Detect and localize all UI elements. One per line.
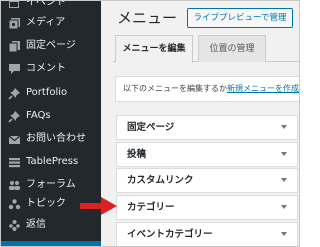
- pin-icon: [7, 86, 21, 100]
- accordion-pages[interactable]: 固定ページ: [116, 115, 298, 140]
- sidebar-item-label: トピック: [26, 198, 66, 209]
- pin-icon: [7, 109, 21, 123]
- sidebar-item-replies[interactable]: 返信: [0, 215, 101, 235]
- comment-icon: [7, 62, 21, 76]
- sidebar-item-label: 返信: [26, 219, 46, 230]
- accordion-title: 投稿: [127, 149, 147, 160]
- pages-icon: [7, 39, 21, 53]
- sidebar-item-label: コメント: [26, 63, 66, 74]
- calendar-icon: [7, 0, 21, 10]
- sidebar-item-label: FAQs: [26, 110, 51, 121]
- sidebar-item-tablepress[interactable]: TablePress: [0, 152, 101, 172]
- accordion-title: カテゴリー: [127, 202, 175, 213]
- tab-edit-menus[interactable]: メニューを編集: [115, 35, 193, 63]
- annotation-arrow-icon: [80, 197, 117, 215]
- live-preview-button[interactable]: ライブプレビューで管理: [187, 8, 293, 28]
- create-menu-link[interactable]: 新規メニューを作成: [227, 84, 299, 93]
- accordion-custom-links[interactable]: カスタムリンク: [116, 168, 298, 193]
- sidebar-item-label: 固定ページ: [26, 40, 76, 51]
- sidebar-item-label: フォーラム: [26, 179, 76, 190]
- chevron-down-icon[interactable]: [281, 152, 287, 156]
- accordion-title: カスタムリンク: [127, 175, 194, 186]
- sidebar-item-label: TablePress: [26, 156, 79, 167]
- accordion-event-categories[interactable]: イベントカテゴリー: [116, 222, 298, 247]
- chevron-down-icon[interactable]: [281, 178, 287, 182]
- sidebar-item-label: Portfolio: [26, 87, 68, 98]
- tab-manage-locations[interactable]: 位置の管理: [198, 35, 266, 62]
- table-icon: [7, 155, 21, 169]
- accordion-posts[interactable]: 投稿: [116, 142, 298, 167]
- reply-icon: [7, 218, 21, 232]
- sidebar-item-current[interactable]: [0, 241, 101, 247]
- media-icon: [7, 16, 21, 30]
- main-content: メニュー ライブプレビューで管理 メニューを編集 位置の管理 以下のメニューを編…: [101, 0, 300, 247]
- accordion-title: イベントカテゴリー: [127, 229, 213, 240]
- sidebar-item-events[interactable]: イベント: [0, 0, 101, 13]
- notice-text: 以下のメニューを編集するか: [123, 84, 227, 93]
- topic-icon: [7, 197, 21, 211]
- forum-icon: [7, 178, 21, 192]
- sidebar-item-media[interactable]: メディア: [0, 13, 101, 33]
- sidebar-item-label: イベント: [26, 0, 66, 8]
- sidebar-item-pages[interactable]: 固定ページ: [0, 36, 101, 56]
- sidebar-item-label: メディア: [26, 17, 66, 28]
- accordion-categories[interactable]: カテゴリー: [116, 195, 298, 220]
- mail-icon: [7, 132, 21, 146]
- sidebar-item-forums[interactable]: フォーラム: [0, 175, 101, 195]
- sidebar-item-comments[interactable]: コメント: [0, 59, 101, 79]
- menu-select-notice: 以下のメニューを編集するか新規メニューを作成: [115, 76, 300, 102]
- sidebar-item-faqs[interactable]: FAQs: [0, 106, 101, 126]
- accordion-title: 固定ページ: [127, 122, 175, 133]
- sidebar-item-portfolio[interactable]: Portfolio: [0, 83, 101, 103]
- sidebar-item-label: お問い合わせ: [26, 133, 86, 144]
- page-title: メニュー: [117, 9, 178, 27]
- chevron-down-icon[interactable]: [281, 125, 287, 129]
- sidebar-item-contact[interactable]: お問い合わせ: [0, 129, 101, 149]
- chevron-down-icon[interactable]: [281, 205, 287, 209]
- chevron-down-icon[interactable]: [281, 232, 287, 236]
